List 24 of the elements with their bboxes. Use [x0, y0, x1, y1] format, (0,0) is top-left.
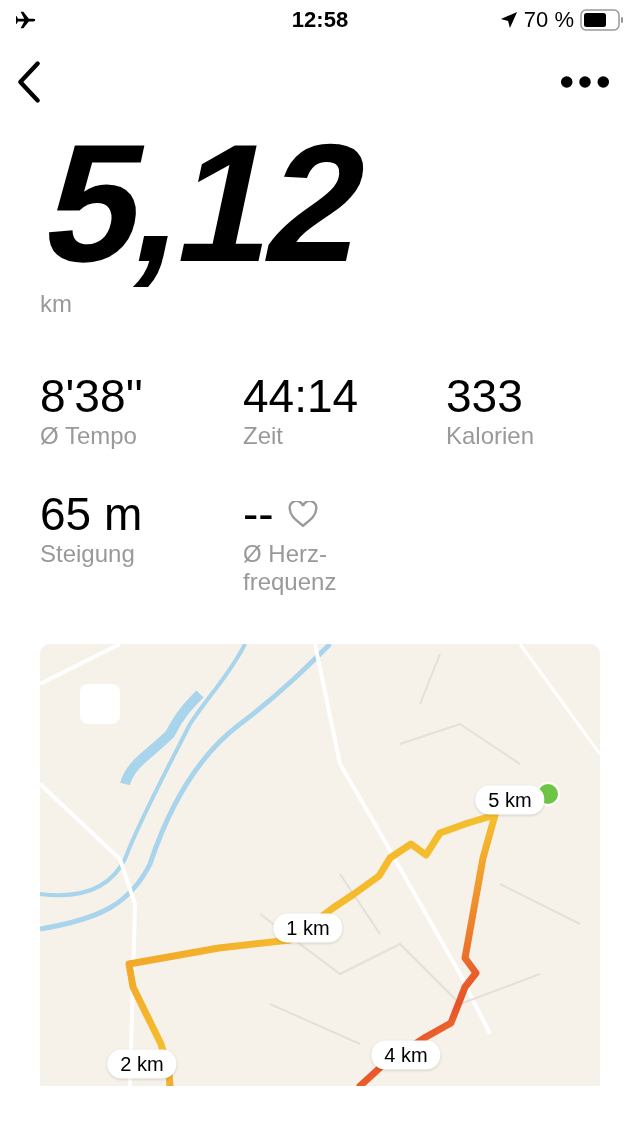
location-arrow-icon	[499, 11, 518, 29]
back-button[interactable]	[16, 60, 42, 104]
stat-value: --	[243, 488, 274, 540]
stat-value: 65 m	[40, 488, 143, 540]
stat-value: 333	[446, 370, 523, 422]
stat-label: Ø Herz- frequenz	[243, 540, 338, 596]
distance-value: 5,12	[31, 118, 382, 288]
status-time: 12:58	[291, 7, 349, 33]
more-button[interactable]	[560, 75, 610, 89]
airplane-icon	[16, 9, 38, 31]
heart-icon	[287, 500, 318, 528]
stat-label: Zeit	[243, 422, 284, 450]
stat-value: 8'38''	[40, 370, 144, 422]
distance-marker: 2 km	[107, 1049, 177, 1079]
distance-marker: 4 km	[371, 1040, 441, 1070]
stat-label: Ø Tempo	[40, 422, 138, 450]
stat-value: 44:14	[243, 370, 359, 422]
stat-label: Steigung	[40, 540, 136, 568]
stat-label: Kalorien	[446, 422, 536, 450]
distance-marker: 5 km	[475, 785, 545, 815]
battery-percent: 70 %	[523, 7, 574, 33]
distance-marker: 1 km	[273, 913, 343, 943]
battery-icon	[580, 9, 624, 31]
distance-unit: km	[40, 290, 73, 318]
